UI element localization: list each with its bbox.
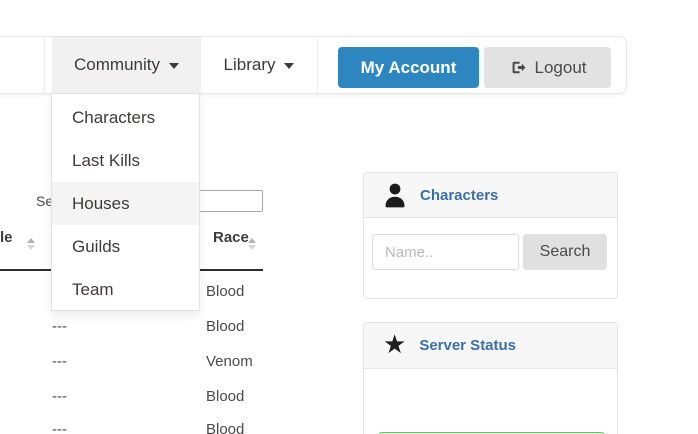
table-cell: Blood xyxy=(206,421,245,434)
server-status-panel: ★ Server Status Online xyxy=(363,322,618,434)
nav-item-library[interactable]: Library xyxy=(201,37,317,93)
table-cell: --- xyxy=(52,421,67,434)
navbar: Community Library My Account Logout xyxy=(0,36,627,94)
characters-panel-title: Characters xyxy=(420,186,499,204)
page: Se le Race --- Blood --- Blood --- Venom… xyxy=(0,0,698,434)
caret-down-icon xyxy=(168,63,179,69)
caret-down-icon xyxy=(284,63,295,69)
table-cell: --- xyxy=(52,353,67,370)
table-cell: Venom xyxy=(206,353,253,370)
nav-divider xyxy=(44,37,45,93)
nav-divider xyxy=(317,37,318,93)
characters-panel: Characters Search xyxy=(363,172,618,299)
table-header-partial[interactable]: le xyxy=(0,229,13,246)
dropdown-item[interactable]: Houses xyxy=(52,182,199,225)
sort-icon xyxy=(27,238,35,250)
characters-panel-header: Characters xyxy=(364,173,617,218)
table-cell: Blood xyxy=(206,283,245,300)
table-cell: Blood xyxy=(206,318,245,335)
server-status-panel-title: Server Status xyxy=(419,337,517,354)
nav-item-community[interactable]: Community xyxy=(52,37,201,93)
table-cell: Blood xyxy=(206,388,245,405)
dropdown-item[interactable]: Characters xyxy=(52,96,199,139)
dropdown-item[interactable]: Last Kills xyxy=(52,139,199,182)
character-name-input[interactable] xyxy=(372,234,519,270)
logout-label: Logout xyxy=(534,57,587,77)
community-dropdown-menu: Characters Last Kills Houses Guilds Team xyxy=(51,93,200,311)
my-account-button[interactable]: My Account xyxy=(338,47,479,88)
logout-button[interactable]: Logout xyxy=(484,47,611,88)
server-status-panel-header: ★ Server Status xyxy=(364,323,617,369)
table-cell: --- xyxy=(52,388,67,405)
table-cell: --- xyxy=(52,318,67,335)
character-search-button[interactable]: Search xyxy=(523,234,607,270)
nav-item-label: Community xyxy=(74,55,160,74)
table-header-race[interactable]: Race xyxy=(213,229,249,246)
nav-item-label: Library xyxy=(223,55,276,74)
star-icon: ★ xyxy=(383,329,407,359)
sign-out-icon xyxy=(509,59,526,76)
dropdown-item[interactable]: Team xyxy=(52,268,199,311)
user-icon xyxy=(383,182,407,208)
sort-icon xyxy=(248,238,256,250)
dropdown-item[interactable]: Guilds xyxy=(52,225,199,268)
